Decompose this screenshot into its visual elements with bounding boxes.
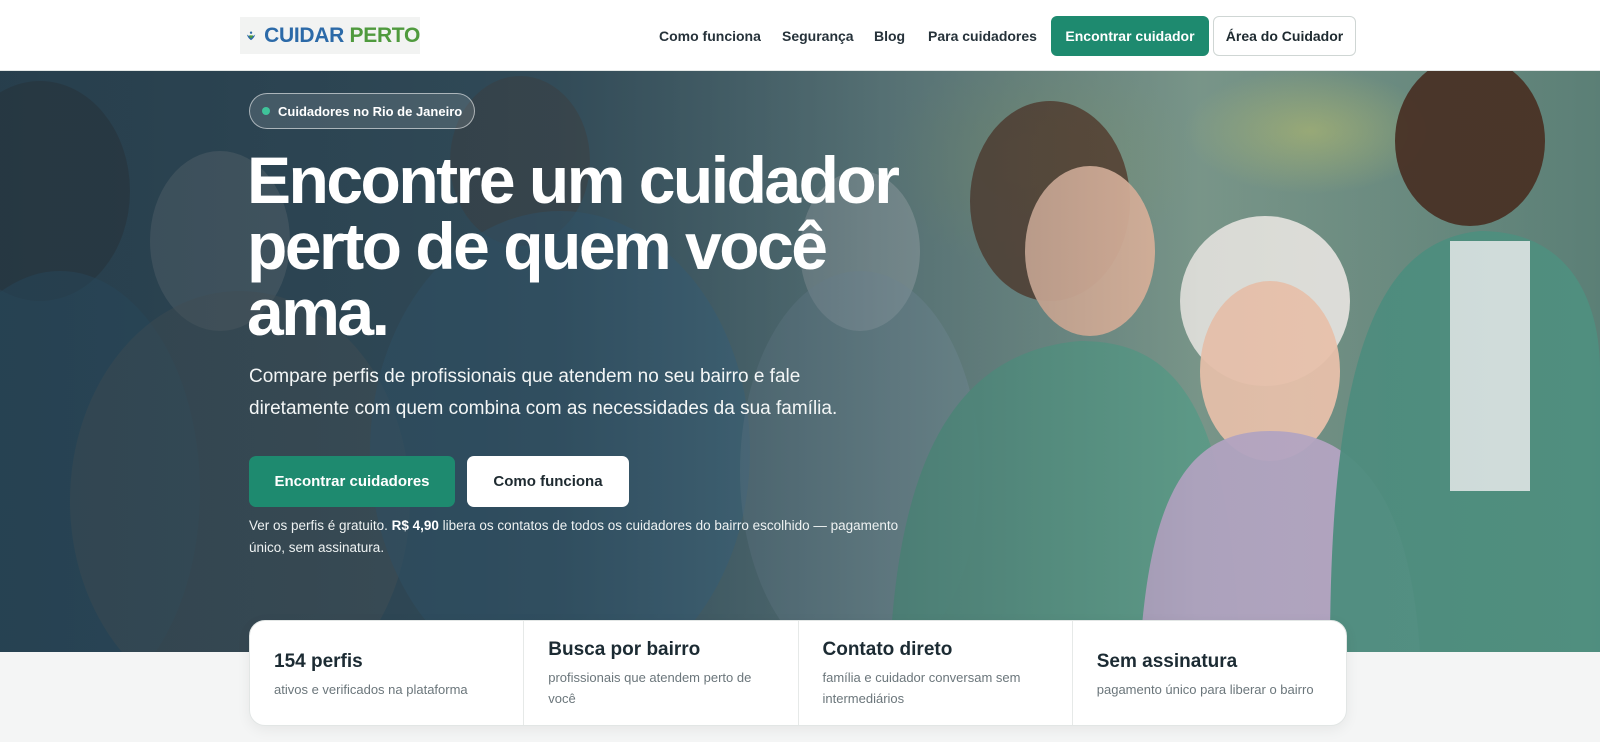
hero-title-line-2: perto de quem você — [247, 209, 828, 283]
find-caregiver-button[interactable]: Encontrar cuidador — [1051, 16, 1209, 56]
location-badge-label: Cuidadores no Rio de Janeiro — [278, 103, 463, 119]
hero-title-line-1: Encontre um cuidador — [247, 143, 900, 217]
location-badge: Cuidadores no Rio de Janeiro — [249, 93, 476, 129]
find-caregivers-button[interactable]: Encontrar cuidadores — [249, 456, 455, 507]
status-dot-icon — [262, 107, 270, 115]
caregiver-area-button[interactable]: Área do Cuidador — [1213, 16, 1356, 56]
feature-description: ativos e verificados na plataforma — [274, 682, 468, 697]
pricing-note-price: R$ 4,90 — [391, 518, 439, 533]
hero-subtitle: Compare perfis de profissionais que aten… — [249, 361, 849, 425]
hero-title: Encontre um cuidador perto de quem você … — [247, 147, 947, 345]
hero-title-line-3: ama. — [247, 275, 390, 349]
site-header: CUIDAR PERTO Como funciona Segurança Blo… — [0, 0, 1600, 71]
nav-como-funciona[interactable]: Como funciona — [659, 28, 761, 44]
feature-title: Busca por bairro — [548, 639, 701, 660]
pricing-note-intro: Ver os perfis é gratuito. — [249, 518, 388, 533]
nav-seguranca[interactable]: Segurança — [782, 28, 854, 44]
main-nav: Como funciona Segurança Blog Para cuidad… — [0, 16, 1600, 56]
hero-subtitle-line-2: diretamente com quem combina com as nece… — [249, 398, 838, 419]
how-it-works-button[interactable]: Como funciona — [467, 456, 629, 507]
feature-description: profissionais que atendem perto de você — [548, 670, 752, 706]
pricing-note: Ver os perfis é gratuito. R$ 4,90 libera… — [249, 515, 929, 559]
features-card: 154 perfis ativos e verificados na plata… — [249, 620, 1347, 726]
nav-para-cuidadores[interactable]: Para cuidadores — [928, 28, 1037, 44]
hero-subtitle-line-1: Compare perfis de profissionais que aten… — [249, 366, 801, 387]
feature-no-subscription: Sem assinatura pagamento único para libe… — [1071, 621, 1346, 725]
feature-title: Contato direto — [822, 639, 953, 660]
hero-section: Cuidadores no Rio de Janeiro Encontre um… — [0, 71, 1600, 652]
feature-title: Sem assinatura — [1096, 651, 1238, 672]
feature-description: pagamento único para liberar o bairro — [1096, 682, 1314, 697]
feature-profiles: 154 perfis ativos e verificados na plata… — [250, 621, 523, 725]
feature-direct-contact: Contato direto família e cuidador conver… — [797, 621, 1072, 725]
nav-blog[interactable]: Blog — [874, 28, 905, 44]
feature-description: família e cuidador conversam sem interme… — [822, 670, 1021, 706]
feature-neighborhood-search: Busca por bairro profissionais que atend… — [523, 621, 797, 725]
feature-title: 154 perfis — [274, 651, 363, 672]
